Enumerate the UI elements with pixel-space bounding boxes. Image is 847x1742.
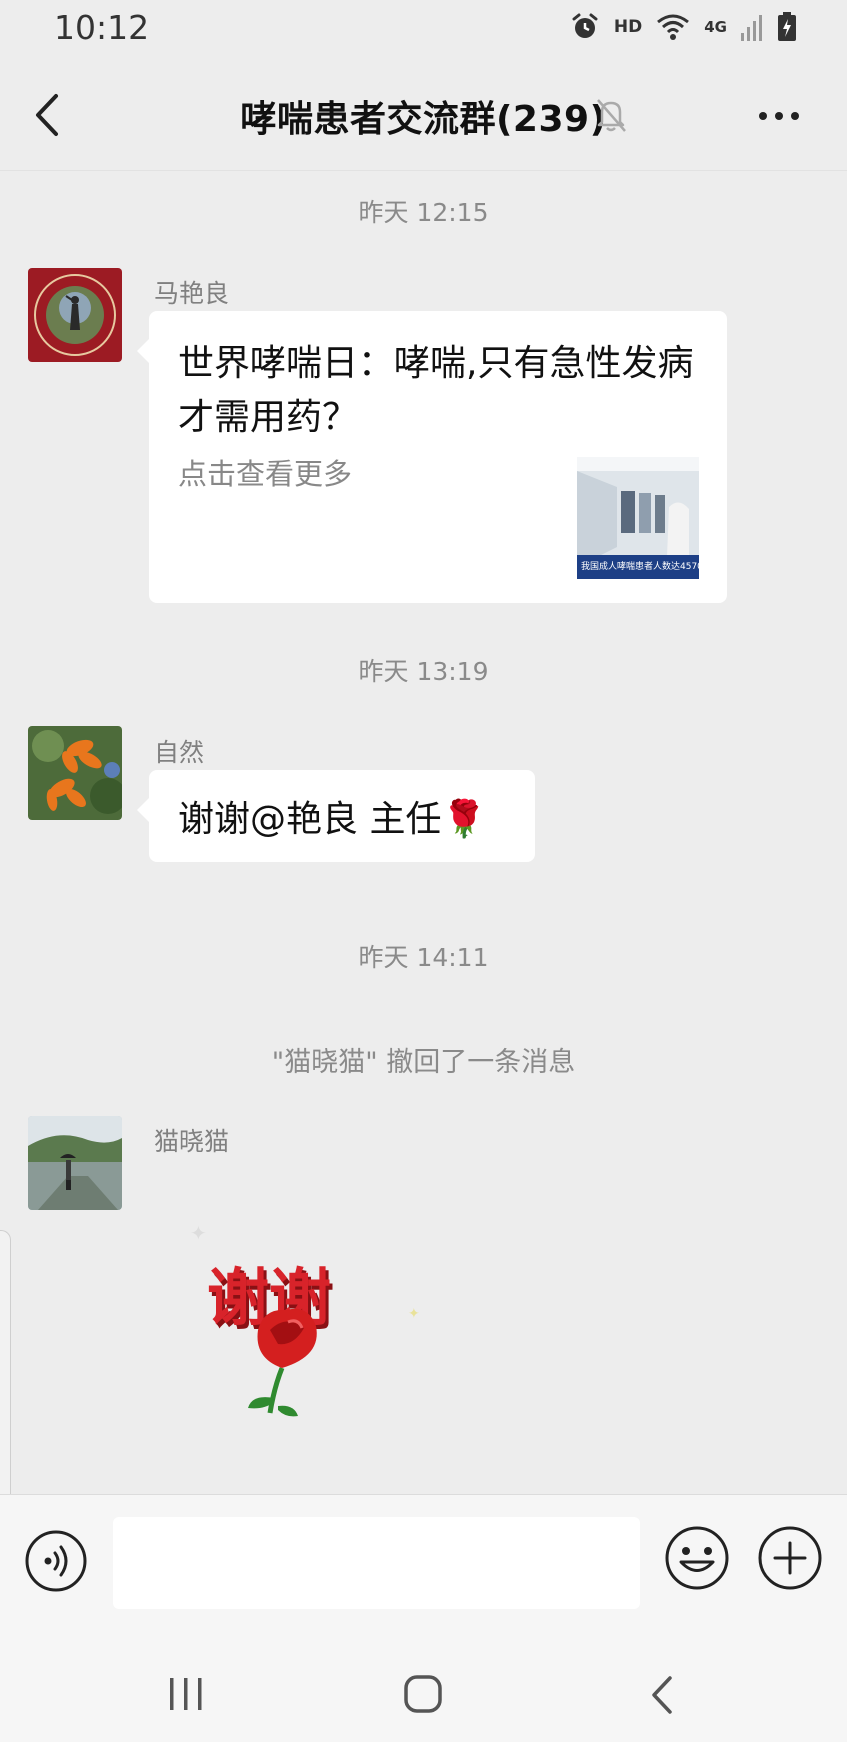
voice-input-icon[interactable] xyxy=(24,1529,88,1593)
signal-icon xyxy=(741,15,762,41)
svg-text:✦: ✦ xyxy=(190,1221,207,1245)
wifi-icon xyxy=(657,14,690,40)
more-options-icon[interactable] xyxy=(757,98,801,134)
article-subtitle: 点击查看更多 xyxy=(178,457,353,491)
system-back-icon[interactable] xyxy=(646,1674,676,1716)
avatar[interactable] xyxy=(28,268,122,362)
status-time: 10:12 xyxy=(54,8,150,47)
avatar-image xyxy=(28,1116,122,1210)
thumbnail-caption: 我国成人哮喘患者人数达4570 xyxy=(581,560,699,572)
system-navigation-bar xyxy=(0,1632,847,1742)
text-message-bubble[interactable]: 谢谢@艳良 主任🌹 xyxy=(137,770,535,862)
svg-text:✦: ✦ xyxy=(408,1306,420,1322)
battery-icon xyxy=(778,12,796,41)
recent-apps-icon[interactable] xyxy=(166,1676,206,1712)
add-attachment-icon[interactable] xyxy=(757,1525,823,1591)
message-input[interactable] xyxy=(113,1517,640,1609)
status-bar: 10:12 HD 4G xyxy=(0,0,847,60)
article-thumbnail: 我国成人哮喘患者人数达4570 xyxy=(577,457,699,579)
article-card[interactable]: 世界哮喘日：哮喘,只有急性发病才需用药？ 点击查看更多 我国成人哮喘患者人数达4… xyxy=(137,311,727,603)
avatar-image xyxy=(28,726,122,820)
chat-header: 哮喘患者交流群(239) xyxy=(0,60,847,171)
hd-label: HD xyxy=(613,17,643,37)
avatar[interactable] xyxy=(28,1116,122,1210)
status-icons: HD 4G xyxy=(570,12,797,42)
message-timestamp: 昨天 12:15 xyxy=(358,198,489,227)
bubble-tail xyxy=(137,339,149,363)
message-timestamp: 昨天 14:11 xyxy=(358,943,489,972)
home-icon[interactable] xyxy=(403,1674,443,1714)
input-bar xyxy=(0,1494,847,1633)
bubble-tail xyxy=(137,798,149,822)
sender-name: 猫晓猫 xyxy=(154,1127,230,1156)
avatar[interactable] xyxy=(28,726,122,820)
avatar-image xyxy=(28,268,122,362)
sender-name: 马艳良 xyxy=(154,279,230,308)
recall-notice: "猫晓猫" 撤回了一条消息 xyxy=(271,1047,576,1078)
chat-title: 哮喘患者交流群(239) xyxy=(240,99,607,140)
thank-you-sticker[interactable]: ✦ ✦ 谢谢 谢谢 xyxy=(190,1218,430,1448)
alarm-icon xyxy=(572,13,598,38)
emoji-icon[interactable] xyxy=(664,1525,730,1591)
sender-name: 自然 xyxy=(154,738,205,767)
article-title: 世界哮喘日：哮喘,只有急性发病才需用药？ xyxy=(178,343,694,438)
mute-bell-icon xyxy=(597,99,626,132)
message-timestamp: 昨天 13:19 xyxy=(358,657,489,686)
network-label: 4G xyxy=(704,18,727,36)
message-text: 谢谢@艳良 主任🌹 xyxy=(178,799,487,840)
